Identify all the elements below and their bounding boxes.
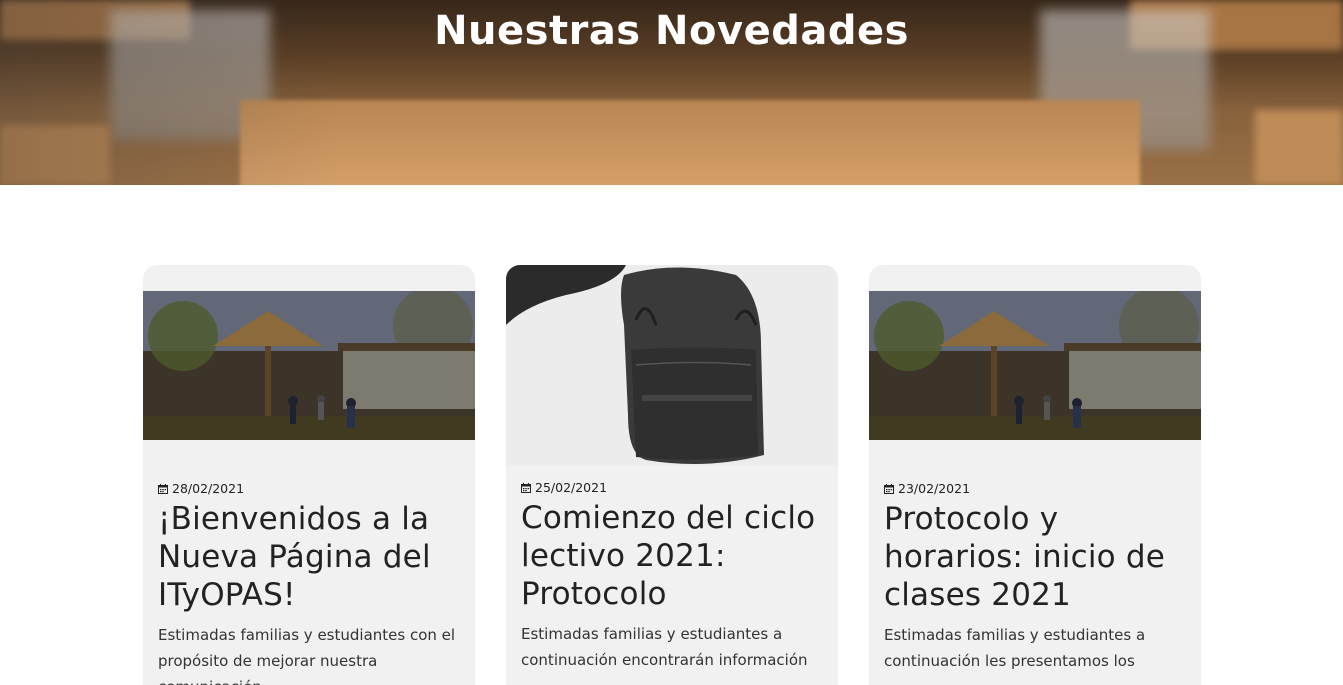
news-card-title[interactable]: Protocolo y horarios: inicio de clases 2… (884, 500, 1186, 614)
news-card-title[interactable]: ¡Bienvenidos a la Nueva Página del ITyOP… (158, 500, 460, 614)
news-card-excerpt: Estimadas familias y estudiantes a conti… (521, 625, 808, 669)
calendar-icon (158, 483, 168, 494)
news-card-image[interactable] (143, 291, 475, 440)
calendar-icon (884, 483, 894, 494)
page-title: Nuestras Novedades (434, 8, 909, 54)
news-card-excerpt: Estimadas familias y estudiantes con el … (158, 626, 456, 685)
news-card-image[interactable] (506, 265, 838, 465)
news-card-date: 25/02/2021 (535, 480, 608, 495)
news-card-date: 28/02/2021 (172, 481, 245, 496)
news-card[interactable]: 23/02/2021 Protocolo y horarios: inicio … (869, 265, 1201, 685)
news-card-excerpt: Estimadas familias y estudiantes a conti… (884, 626, 1146, 670)
news-card-image[interactable] (869, 291, 1201, 440)
news-card[interactable]: 28/02/2021 ¡Bienvenidos a la Nueva Págin… (143, 265, 475, 685)
news-card[interactable]: 25/02/2021 Comienzo del ciclo lectivo 20… (506, 265, 838, 685)
hero-banner: Nuestras Novedades (0, 0, 1343, 185)
calendar-icon (521, 482, 531, 493)
news-card-date: 23/02/2021 (898, 481, 971, 496)
news-card-title[interactable]: Comienzo del ciclo lectivo 2021: Protoco… (521, 499, 823, 613)
news-list: 28/02/2021 ¡Bienvenidos a la Nueva Págin… (143, 265, 1201, 685)
